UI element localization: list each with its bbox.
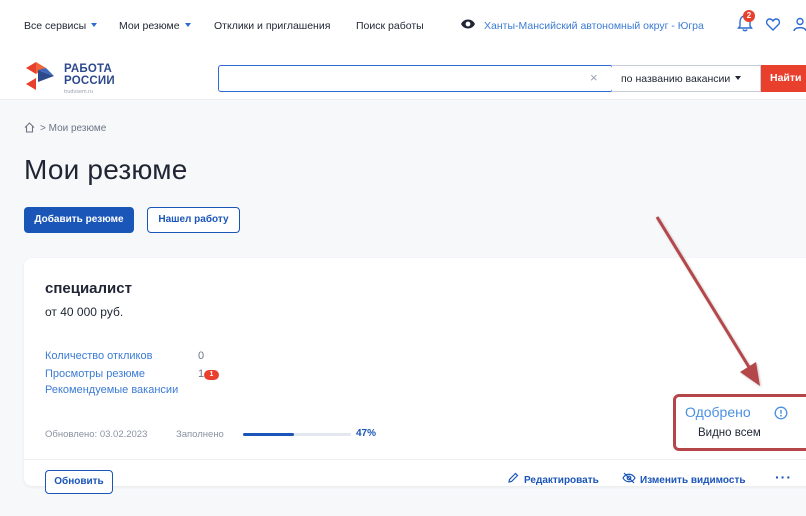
region-selector[interactable]: Ханты-Мансийский автономный округ - Югра — [484, 20, 704, 32]
filled-label: Заполнено — [176, 429, 224, 440]
change-visibility-button[interactable]: Изменить видимость — [640, 475, 746, 486]
responses-link[interactable]: Отклики и приглашения — [214, 20, 330, 32]
views-badge: 1 — [204, 370, 219, 380]
page-title: Мои резюме — [24, 154, 188, 185]
home-icon[interactable] — [24, 122, 35, 133]
breadcrumb-current: Мои резюме — [48, 123, 107, 134]
recommended-vacancies-link[interactable]: Рекомендуемые вакансии — [45, 384, 178, 396]
resume-salary: от 40 000 руб. — [45, 305, 124, 319]
chevron-down-icon — [91, 23, 98, 27]
eye-off-icon[interactable] — [622, 472, 636, 484]
resume-views-link[interactable]: Просмотры резюме — [45, 368, 145, 380]
chevron-down-icon — [184, 23, 191, 27]
more-options-button[interactable]: ··· — [775, 469, 792, 485]
responses-count-link[interactable]: Количество откликов — [45, 350, 152, 362]
logo-text: РАБОТА — [64, 63, 112, 75]
add-resume-button[interactable]: Добавить резюме — [24, 207, 134, 233]
search-button[interactable]: Найти — [761, 65, 806, 92]
heart-icon[interactable] — [766, 18, 780, 31]
notifications-badge: 2 — [743, 10, 755, 22]
breadcrumb: > Мои резюме — [24, 122, 106, 134]
my-resumes-menu[interactable]: Мои резюме — [119, 20, 191, 32]
responses-count-value: 0 — [198, 350, 205, 362]
divider — [24, 459, 806, 460]
progress-bar — [243, 433, 351, 436]
updated-date: Обновлено: 03.02.2023 — [45, 429, 148, 440]
top-navigation: Все сервисы Мои резюме Отклики и приглаш… — [0, 0, 806, 52]
pencil-icon[interactable] — [507, 472, 519, 484]
eye-icon — [461, 19, 475, 29]
resume-title[interactable]: специалист — [45, 280, 132, 297]
logo-text: РОССИИ — [64, 75, 115, 87]
found-job-button[interactable]: Нашел работу — [147, 207, 240, 233]
all-services-menu[interactable]: Все сервисы — [24, 20, 98, 32]
job-search-link[interactable]: Поиск работы — [356, 20, 424, 32]
progress-fill — [243, 433, 294, 436]
annotation-highlight — [673, 394, 806, 451]
refresh-button[interactable]: Обновить — [45, 470, 113, 494]
chevron-down-icon — [735, 76, 742, 80]
search-mode-select[interactable]: по названию вакансии — [612, 65, 761, 92]
logo-icon[interactable] — [24, 58, 60, 94]
edit-button[interactable]: Редактировать — [524, 475, 599, 486]
search-box — [218, 65, 613, 92]
logo-url: trudvsem.ru — [64, 89, 94, 95]
close-icon[interactable]: × — [590, 70, 598, 85]
search-input[interactable] — [227, 66, 577, 91]
progress-percent: 47% — [356, 428, 377, 439]
user-icon[interactable] — [793, 17, 806, 31]
